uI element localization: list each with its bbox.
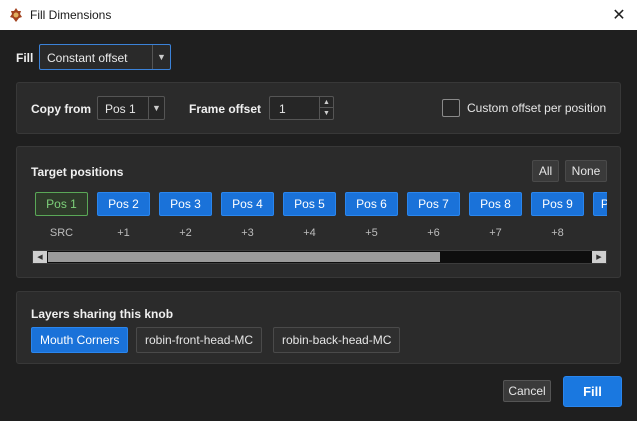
position-button[interactable]: Pos 9 xyxy=(531,192,584,216)
source-position-button[interactable]: Pos 1 xyxy=(35,192,88,216)
position-offset: +6 xyxy=(427,227,440,239)
layer-button[interactable]: robin-front-head-MC xyxy=(136,327,263,353)
scroll-right-icon[interactable]: ▶ xyxy=(592,251,606,263)
title-bar: Fill Dimensions ✕ xyxy=(0,0,637,30)
layers-label: Layers sharing this knob xyxy=(31,307,174,321)
spin-up-icon[interactable]: ▲ xyxy=(320,97,333,108)
positions-strip: Pos 1 SRC Pos 2 +1 Pos 3 +2 Pos 4 +3 Pos 5 +4 Pos … xyxy=(17,192,607,244)
cancel-label: Cancel xyxy=(508,384,546,398)
position-offset: +1 xyxy=(117,227,130,239)
position-button[interactable]: Pos 2 xyxy=(97,192,150,216)
robin-app-icon xyxy=(10,8,22,22)
select-all-button[interactable]: All xyxy=(532,160,559,182)
position-offset: +8 xyxy=(551,227,564,239)
spin-down-icon[interactable]: ▼ xyxy=(320,108,333,119)
custom-offset-checkbox[interactable] xyxy=(442,99,460,117)
scroll-left-icon[interactable]: ◀ xyxy=(33,251,47,263)
chevron-down-icon[interactable]: ▼ xyxy=(152,45,170,69)
position-button[interactable]: Pos 3 xyxy=(159,192,212,216)
frame-offset-value: 1 xyxy=(279,102,286,116)
position-offset: +7 xyxy=(489,227,502,239)
copy-settings-panel: Copy from Pos 1 ▼ Frame offset 1 ▲ ▼ Cus… xyxy=(16,82,621,134)
position-button[interactable]: Pos 4 xyxy=(221,192,274,216)
target-positions-label: Target positions xyxy=(31,165,124,179)
position-offset: +3 xyxy=(241,227,254,239)
fill-mode-value: Constant offset xyxy=(47,51,128,65)
select-none-label: None xyxy=(571,164,601,178)
close-button[interactable]: ✕ xyxy=(601,0,637,30)
position-button[interactable]: Pos 6 xyxy=(345,192,398,216)
copy-from-value: Pos 1 xyxy=(105,102,136,116)
scrollbar-thumb[interactable] xyxy=(48,252,440,262)
custom-offset-label[interactable]: Custom offset per position xyxy=(467,101,606,115)
position-button[interactable]: Pos 7 xyxy=(407,192,460,216)
fill-mode-select[interactable]: Constant offset ▼ xyxy=(39,44,171,70)
copy-from-select[interactable]: Pos 1 ▼ xyxy=(97,96,165,120)
copy-from-label: Copy from xyxy=(31,102,91,116)
layer-button[interactable]: robin-back-head-MC xyxy=(273,327,401,353)
cancel-button[interactable]: Cancel xyxy=(503,380,551,402)
select-none-button[interactable]: None xyxy=(565,160,607,182)
position-offset: +5 xyxy=(365,227,378,239)
layer-button[interactable]: Mouth Corners xyxy=(31,327,129,353)
fill-label: Fill xyxy=(16,51,34,65)
close-icon: ✕ xyxy=(612,7,626,24)
frame-offset-label: Frame offset xyxy=(189,102,262,116)
chevron-down-icon[interactable]: ▼ xyxy=(148,97,164,119)
select-all-label: All xyxy=(538,164,553,178)
fill-button[interactable]: Fill xyxy=(563,376,622,407)
layers-panel: Layers sharing this knob Mouth Corners ro… xyxy=(16,291,621,364)
frame-offset-spinner[interactable]: 1 ▲ ▼ xyxy=(269,96,334,120)
positions-scrollbar[interactable]: ◀ ▶ xyxy=(32,250,607,264)
fill-button-label: Fill xyxy=(583,384,602,399)
position-button[interactable]: Pos 10 xyxy=(593,192,607,216)
position-offset: SRC xyxy=(49,227,74,239)
window-title: Fill Dimensions xyxy=(30,8,112,22)
position-offset: +4 xyxy=(303,227,316,239)
position-button[interactable]: Pos 8 xyxy=(469,192,522,216)
position-button[interactable]: Pos 5 xyxy=(283,192,336,216)
target-positions-panel: Target positions All None Pos 1 SRC Pos 2 +… xyxy=(16,146,621,278)
position-offset: +2 xyxy=(179,227,192,239)
